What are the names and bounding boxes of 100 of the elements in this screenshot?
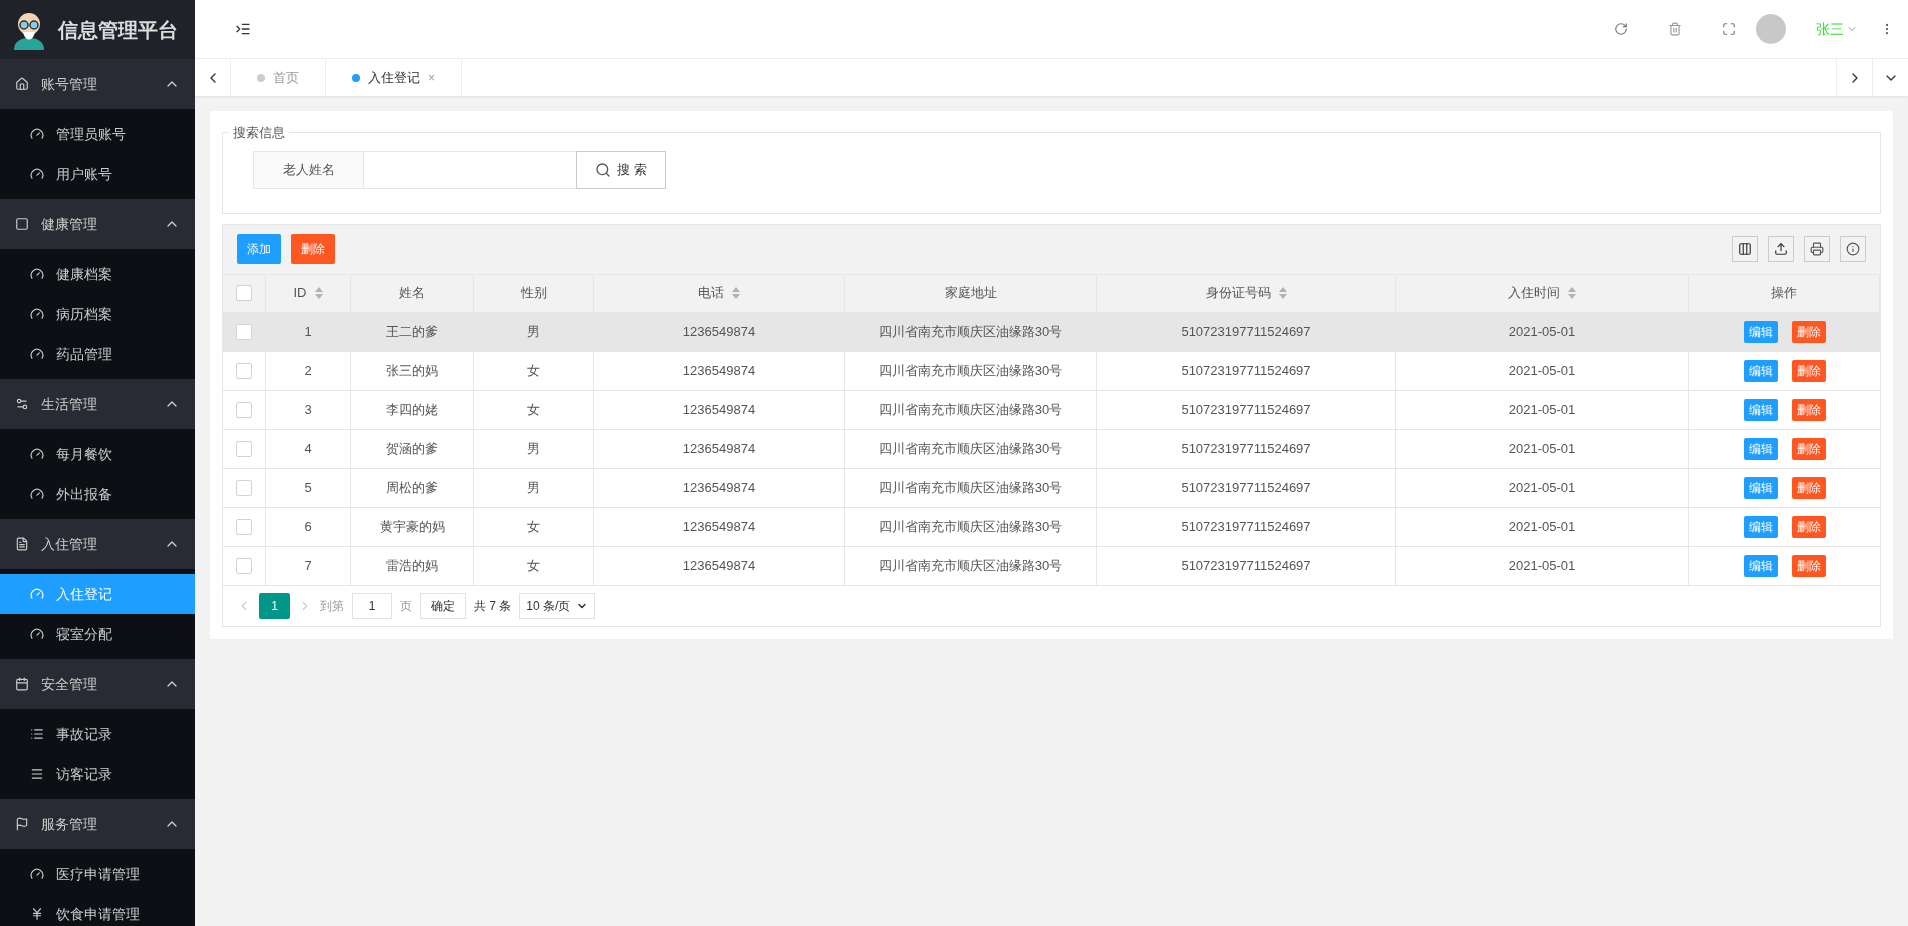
menu-group-label: 健康管理 <box>41 214 97 234</box>
column-header[interactable]: 入住时间 <box>1396 274 1689 312</box>
window-icon <box>15 217 29 231</box>
gauge-icon <box>30 267 44 281</box>
search-button[interactable]: 搜 索 <box>576 150 666 189</box>
column-header[interactable]: 电话 <box>594 274 845 312</box>
table-row[interactable]: 1 王二的爹 男 1236549874 四川省南充市顺庆区油缘路30号 510723197711524697 2021-05-01 编辑 删除 <box>223 312 1880 352</box>
row-checkbox[interactable] <box>236 479 252 496</box>
gauge-icon <box>30 347 44 361</box>
column-header: 家庭地址 <box>845 274 1097 312</box>
column-header: 姓名 <box>351 274 474 312</box>
menu-item[interactable]: 管理员账号 <box>0 114 195 154</box>
table-cell: 5 <box>266 468 351 507</box>
table-row[interactable]: 5 周松的爹 男 1236549874 四川省南充市顺庆区油缘路30号 510723197711524697 2021-05-01 编辑 删除 <box>223 468 1880 508</box>
table-cell: 男 <box>474 312 594 351</box>
sort-icon[interactable] <box>314 287 323 299</box>
row-checkbox[interactable] <box>236 440 252 457</box>
page-number[interactable]: 1 <box>259 592 290 619</box>
table-cell: 2 <box>266 351 351 390</box>
menu-item[interactable]: 饮食申请管理 <box>0 894 195 926</box>
menu-group[interactable]: 安全管理 <box>0 659 195 709</box>
menu-item[interactable]: 每月餐饮 <box>0 434 195 474</box>
table-cell: 2021-05-01 <box>1396 312 1689 351</box>
print-button[interactable] <box>1804 236 1830 262</box>
table-cell: 女 <box>474 546 594 585</box>
menu-group-label: 账号管理 <box>41 74 97 94</box>
row-checkbox[interactable] <box>236 362 252 379</box>
search-field[interactable]: 老人姓名 <box>253 150 578 189</box>
menu-group[interactable]: 服务管理 <box>0 799 195 849</box>
menu-item[interactable]: 健康档案 <box>0 254 195 294</box>
menu-group-label: 入住管理 <box>41 534 97 554</box>
total-count: 共 7 条 <box>474 597 512 615</box>
menu-item[interactable]: 寝室分配 <box>0 614 195 654</box>
sort-icon[interactable] <box>1568 287 1576 299</box>
menu-group[interactable]: 账号管理 <box>0 59 195 109</box>
table-cell: 510723197711524697 <box>1097 351 1396 390</box>
table-cell: 雷浩的妈 <box>351 546 474 585</box>
table-cell: 1236549874 <box>594 507 845 546</box>
menu-item[interactable]: 外出报备 <box>0 474 195 514</box>
export-button[interactable] <box>1768 236 1794 262</box>
page-input[interactable]: 1 <box>352 592 392 619</box>
menu-item[interactable]: 医疗申请管理 <box>0 854 195 894</box>
menu-group[interactable]: 健康管理 <box>0 199 195 249</box>
menu-item[interactable]: 事故记录 <box>0 714 195 754</box>
columns-button[interactable] <box>1732 236 1758 262</box>
table-cell: 510723197711524697 <box>1097 468 1396 507</box>
table-cell: 1236549874 <box>594 390 845 429</box>
page-size-select[interactable]: 10 条/页 <box>519 592 596 619</box>
table-cell: 四川省南充市顺庆区油缘路30号 <box>845 429 1097 468</box>
sort-icon[interactable] <box>732 287 740 299</box>
info-icon <box>1846 242 1860 256</box>
table-cell: 2021-05-01 <box>1396 429 1689 468</box>
table-cell: 510723197711524697 <box>1097 507 1396 546</box>
menu-item[interactable]: 药品管理 <box>0 334 195 374</box>
row-checkbox[interactable] <box>236 401 252 418</box>
table-cell: 黄宇豪的妈 <box>351 507 474 546</box>
column-header[interactable]: ID <box>266 274 351 312</box>
export-icon <box>1774 242 1788 256</box>
user-avatar[interactable] <box>1756 14 1786 44</box>
table-row[interactable]: 6 黄宇豪的妈 女 1236549874 四川省南充市顺庆区油缘路30号 510723197711524697 2021-05-01 编辑 删除 <box>223 507 1880 547</box>
home-icon <box>15 77 29 91</box>
confirm-button[interactable]: 确定 <box>420 592 466 619</box>
menu-item[interactable]: 病历档案 <box>0 294 195 334</box>
select-all-checkbox[interactable] <box>236 285 252 301</box>
collapse-menu-icon[interactable] <box>235 21 251 37</box>
gauge-icon <box>30 587 44 601</box>
row-checkbox[interactable] <box>236 518 252 535</box>
printer-icon <box>1810 242 1824 256</box>
refresh-icon[interactable] <box>1614 22 1628 36</box>
table-row[interactable]: 4 贺涵的爹 男 1236549874 四川省南充市顺庆区油缘路30号 510723197711524697 2021-05-01 编辑 删除 <box>223 429 1880 469</box>
table-cell: 1236549874 <box>594 468 845 507</box>
gauge-icon <box>30 167 44 181</box>
table-cell: 四川省南充市顺庆区油缘路30号 <box>845 507 1097 546</box>
gauge-icon <box>30 307 44 321</box>
page-tab[interactable]: 入住登记 × <box>326 59 462 96</box>
column-header[interactable]: 身份证号码 <box>1097 274 1396 312</box>
menu-item[interactable]: 访客记录 <box>0 754 195 794</box>
document-icon <box>15 537 29 551</box>
menu-group[interactable]: 生活管理 <box>0 379 195 429</box>
table-cell: 四川省南充市顺庆区油缘路30号 <box>845 546 1097 585</box>
table-cell: 4 <box>266 429 351 468</box>
sort-icon[interactable] <box>1278 287 1287 299</box>
table-cell: 女 <box>474 351 594 390</box>
trash-icon[interactable] <box>1668 22 1682 36</box>
menu-group[interactable]: 入住管理 <box>0 519 195 569</box>
menu-item[interactable]: 用户账号 <box>0 154 195 194</box>
table-cell: 张三的妈 <box>351 351 474 390</box>
row-checkbox[interactable] <box>236 323 252 340</box>
table-cell: 男 <box>474 468 594 507</box>
row-checkbox[interactable] <box>236 557 252 574</box>
table-cell: 四川省南充市顺庆区油缘路30号 <box>845 351 1097 390</box>
fullscreen-icon[interactable] <box>1722 22 1736 36</box>
table-row[interactable]: 2 张三的妈 女 1236549874 四川省南充市顺庆区油缘路30号 510723197711524697 2021-05-01 编辑 删除 <box>223 351 1880 391</box>
table-cell: 6 <box>266 507 351 546</box>
gauge-icon <box>30 127 44 141</box>
info-button[interactable] <box>1840 236 1866 262</box>
calendar-icon <box>15 677 29 691</box>
table-row[interactable]: 3 李四的姥 女 1236549874 四川省南充市顺庆区油缘路30号 510723197711524697 2021-05-01 编辑 删除 <box>223 390 1880 430</box>
table-cell: 1236549874 <box>594 546 845 585</box>
table-row[interactable]: 7 雷浩的妈 女 1236549874 四川省南充市顺庆区油缘路30号 510723197711524697 2021-05-01 编辑 删除 <box>223 546 1880 586</box>
